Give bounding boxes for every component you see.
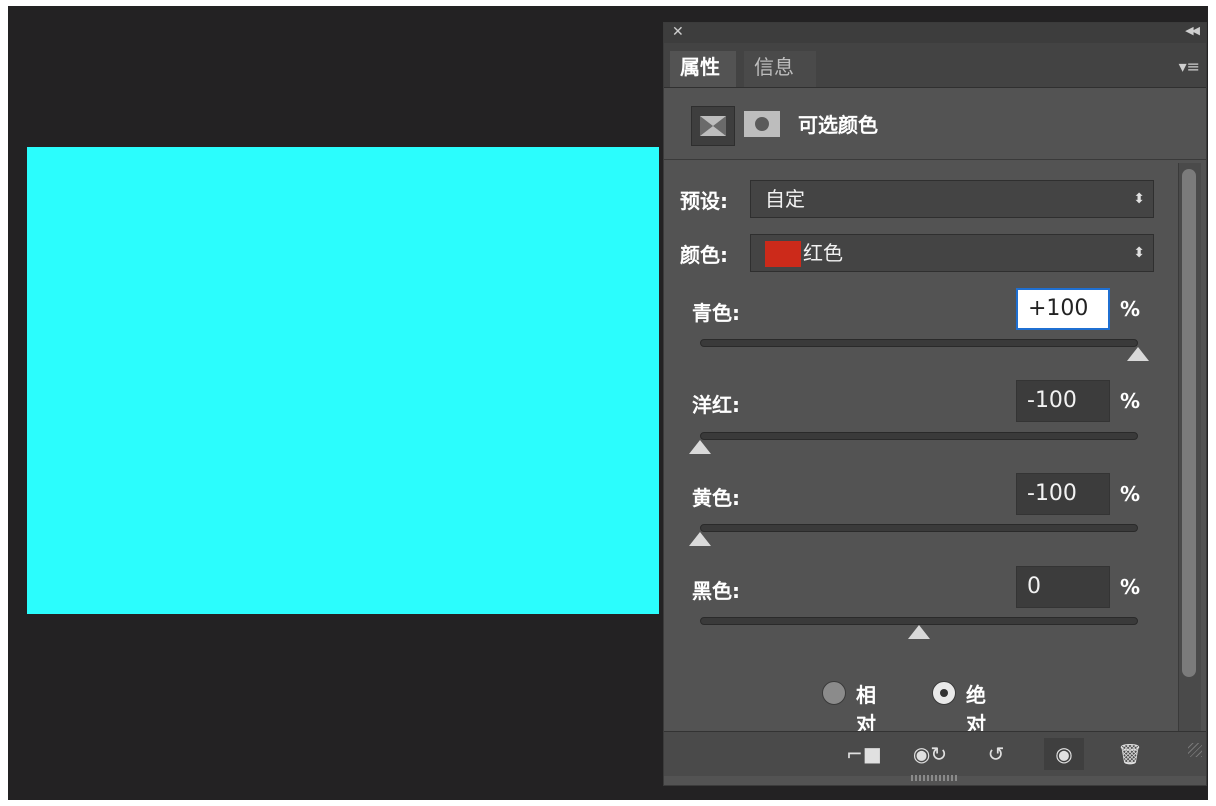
absolute-radio[interactable]	[932, 681, 956, 705]
clip-to-layer-icon[interactable]: ⌐■	[844, 738, 884, 770]
panel-titlebar: ✕ ◀◀	[664, 23, 1206, 43]
tab-properties[interactable]: 属性	[670, 51, 736, 87]
double-chevron-right-icon[interactable]: ◀◀	[1185, 24, 1200, 37]
yellow-slider-thumb[interactable]	[689, 532, 711, 546]
magenta-label: 洋红:	[692, 393, 740, 417]
magenta-value-input[interactable]: -100	[1016, 380, 1110, 422]
scrollbar-thumb[interactable]	[1182, 169, 1196, 677]
preset-select[interactable]: 自定 ⬍	[750, 180, 1154, 218]
preset-value: 自定	[765, 187, 805, 211]
black-slider-thumb[interactable]	[908, 625, 930, 639]
absolute-label: 绝对	[966, 683, 986, 736]
select-arrows-icon: ⬍	[1133, 245, 1145, 261]
relative-radio[interactable]	[822, 681, 846, 705]
yellow-label: 黄色:	[692, 486, 740, 510]
cyan-value-input[interactable]: +100	[1016, 288, 1110, 330]
adjustment-layer-icon[interactable]	[691, 106, 735, 146]
preset-label: 预设:	[680, 189, 728, 213]
yellow-percent: %	[1120, 482, 1141, 506]
tab-info[interactable]: 信息	[744, 51, 816, 87]
color-swatch	[765, 241, 801, 267]
panel-scrollbar[interactable]	[1178, 163, 1201, 735]
cyan-slider-thumb[interactable]	[1127, 347, 1149, 361]
color-select[interactable]: 红色 ⬍	[750, 234, 1154, 272]
adjustment-title: 可选颜色	[798, 113, 878, 137]
panel-menu-icon[interactable]: ▾≡	[1179, 57, 1200, 76]
close-icon[interactable]: ✕	[672, 24, 684, 40]
magenta-slider-thumb[interactable]	[689, 440, 711, 454]
panel-tabbar: 属性 信息 ▾≡	[664, 43, 1206, 88]
color-value: 红色	[803, 241, 843, 265]
resize-handle[interactable]	[1188, 743, 1202, 757]
black-percent: %	[1120, 575, 1141, 599]
magenta-slider-track[interactable]	[700, 432, 1138, 440]
view-previous-icon[interactable]: ◉↻	[910, 738, 950, 770]
adjustment-header: 可选颜色	[664, 89, 1206, 160]
black-value-input[interactable]: 0	[1016, 566, 1110, 608]
relative-label: 相对	[856, 683, 876, 736]
cyan-slider-track[interactable]	[700, 339, 1138, 347]
layer-mask-icon[interactable]	[744, 111, 780, 137]
reset-icon[interactable]: ↺	[976, 738, 1016, 770]
black-slider-track[interactable]	[700, 617, 1138, 625]
yellow-value-input[interactable]: -100	[1016, 473, 1110, 515]
properties-panel: ✕ ◀◀ 属性 信息 ▾≡ 可选颜色 预设: 自定 ⬍ 颜色: 红色 ⬍ 青色:…	[663, 22, 1207, 786]
canvas-color-fill[interactable]	[27, 147, 659, 614]
visibility-eye-icon[interactable]: ◉	[1044, 738, 1084, 770]
trash-icon[interactable]: 🗑	[1110, 738, 1150, 770]
magenta-percent: %	[1120, 389, 1141, 413]
select-arrows-icon: ⬍	[1133, 191, 1145, 207]
cyan-label: 青色:	[692, 301, 740, 325]
yellow-slider-track[interactable]	[700, 524, 1138, 532]
color-label: 颜色:	[680, 243, 728, 267]
cyan-percent: %	[1120, 297, 1141, 321]
panel-bottom-toolbar: ⌐■ ◉↻ ↺ ◉ 🗑	[664, 731, 1206, 776]
black-label: 黑色:	[692, 579, 740, 603]
panel-grip[interactable]	[911, 775, 959, 781]
